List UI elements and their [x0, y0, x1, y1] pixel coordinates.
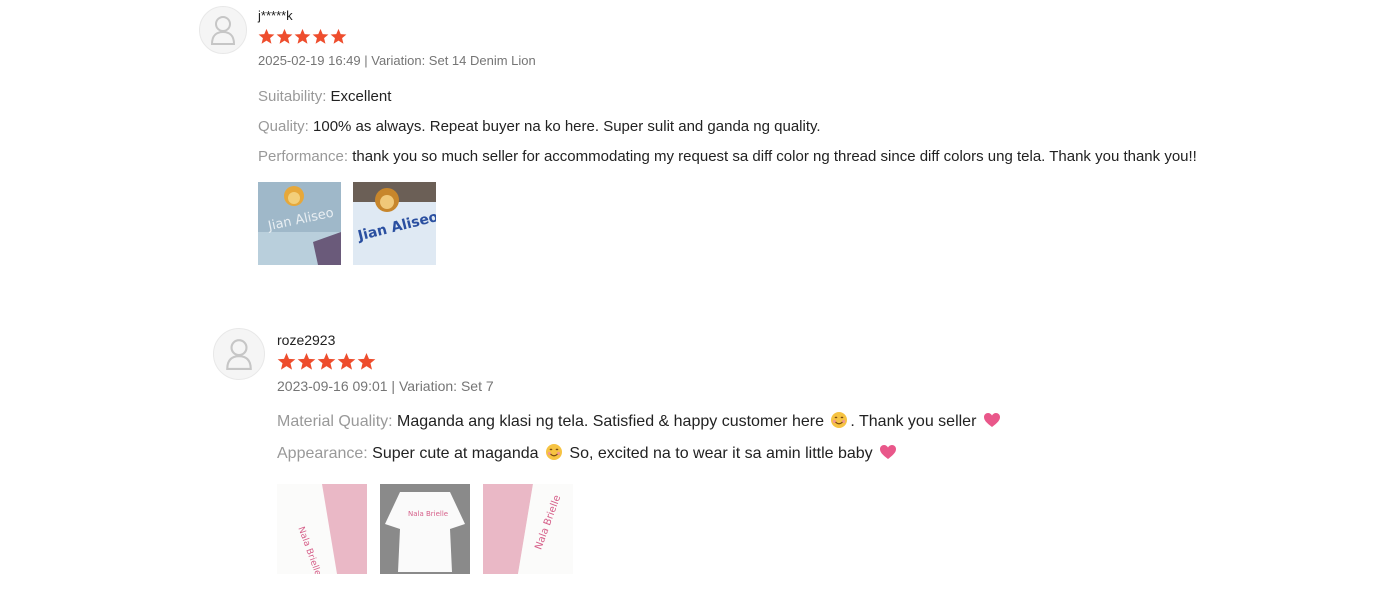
star-icon: [337, 352, 356, 370]
star-icon: [312, 28, 329, 44]
attribute-label: Suitability:: [258, 88, 327, 105]
review-attribute-appearance: Appearance: Super cute at maganda So, ex…: [277, 442, 1277, 466]
embroidery-text: Nala Brielle: [408, 510, 448, 518]
user-placeholder-icon: [210, 16, 236, 45]
avatar[interactable]: [213, 328, 265, 380]
review-photos: Nala Brielle Nala Brielle Nala Brielle: [277, 484, 1277, 574]
attribute-value: Excellent: [326, 88, 392, 105]
review-photo-thumbnail[interactable]: Nala Brielle: [277, 484, 367, 574]
review-item: j*****k 2025-02-19 16:49 | Variation: Se…: [199, 6, 1198, 265]
star-rating: [277, 352, 1277, 371]
attribute-label: Quality:: [258, 118, 309, 135]
attribute-value: Super cute at maganda: [367, 445, 543, 462]
attribute-value: 100% as always. Repeat buyer na ko here.…: [308, 118, 821, 135]
user-placeholder-icon: [226, 339, 252, 370]
review-attribute-performance: Performance: thank you so much seller fo…: [258, 145, 1198, 168]
embroidered-baby-clothes-photo: Nala Brielle: [277, 484, 367, 574]
star-icon: [276, 28, 293, 44]
attribute-label: Performance:: [258, 148, 349, 165]
smiling-face-icon: [545, 444, 562, 460]
embroidered-blanket-photo: Jian Aliseo: [258, 182, 341, 265]
star-icon: [330, 28, 347, 44]
embroidered-baby-clothes-photo: Nala Brielle: [483, 484, 573, 574]
review-date-variation: 2025-02-19 16:49 | Variation: Set 14 Den…: [258, 53, 536, 68]
review-attribute-quality: Quality: 100% as always. Repeat buyer na…: [258, 115, 1198, 138]
attribute-value: Maganda ang klasi ng tela. Satisfied & h…: [392, 413, 829, 430]
attribute-value: thank you so much seller for accommodati…: [348, 148, 1197, 165]
star-icon: [258, 28, 275, 44]
reviewer-username[interactable]: roze2923: [277, 332, 1277, 348]
reviewer-username[interactable]: j*****k: [258, 8, 1198, 24]
review-photo-thumbnail[interactable]: Jian Aliseo: [353, 182, 436, 265]
review-photo-thumbnail[interactable]: Nala Brielle: [380, 484, 470, 574]
attribute-label: Appearance:: [277, 445, 368, 462]
embroidered-baby-clothes-photo: Nala Brielle: [380, 484, 470, 574]
pink-heart-icon: [880, 445, 897, 459]
attribute-label: Material Quality:: [277, 413, 393, 430]
review-date-variation: 2023-09-16 09:01 | Variation: Set 7: [277, 378, 494, 394]
embroidered-blanket-photo: Jian Aliseo: [353, 182, 436, 265]
star-icon: [294, 28, 311, 44]
pink-heart-icon: [983, 413, 1000, 427]
review-attribute-suitability: Suitability: Excellent: [258, 85, 1198, 108]
review-photo-thumbnail[interactable]: Nala Brielle: [483, 484, 573, 574]
star-icon: [297, 352, 316, 370]
attribute-value-continued: So, excited na to wear it sa amin little…: [564, 445, 878, 462]
star-rating: [258, 28, 1198, 45]
smiling-face-icon: [831, 412, 848, 428]
reviews-page: j*****k 2025-02-19 16:49 | Variation: Se…: [0, 0, 1400, 600]
attribute-value-continued: . Thank you seller: [850, 413, 981, 430]
star-icon: [317, 352, 336, 370]
review-photo-thumbnail[interactable]: Jian Aliseo: [258, 182, 341, 265]
star-icon: [277, 352, 296, 370]
review-photos: Jian Aliseo Jian Aliseo: [258, 182, 1198, 265]
avatar[interactable]: [199, 6, 247, 54]
review-item: roze2923 2023-09-16 09:01 | Variation: S…: [213, 328, 1277, 574]
review-attribute-material-quality: Material Quality: Maganda ang klasi ng t…: [277, 410, 1277, 434]
star-icon: [357, 352, 376, 370]
